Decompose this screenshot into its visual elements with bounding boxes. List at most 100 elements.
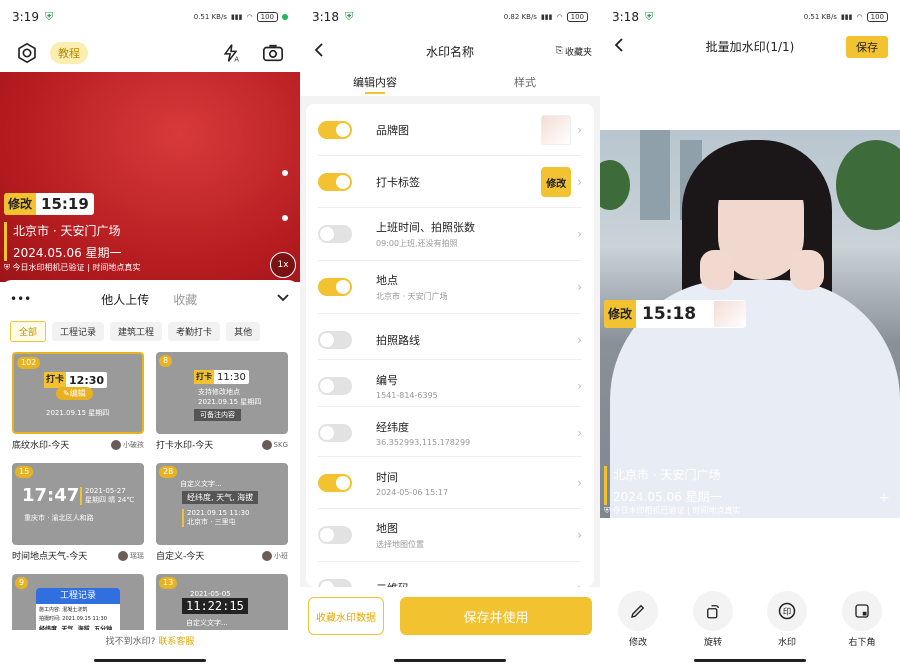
field-row[interactable]: 二维码› [306,562,594,587]
watermark-card[interactable]: 9 工程记录 施工内容: 混凝土浇筑 拍摄时间: 2021.09.15 11:3… [12,574,144,636]
shield-icon: ⛨ [44,10,54,23]
corner-watermark-label: 右下角水印 [865,507,896,514]
green-dot-icon [282,14,288,20]
watermark-tag: 修改 [4,193,37,215]
mini-time: 12:30 [69,373,105,387]
edit-label: 编辑 [69,389,86,398]
field-toggle[interactable] [318,331,352,349]
watermark-card[interactable]: 102 打卡 12:30 ✎编辑 2021.09.15 星期四 底纹水印-今天 小… [12,352,144,451]
mini-line: 重庆市 · 渝北区人和路 [24,514,94,522]
back-icon[interactable] [614,37,624,56]
flash-auto-icon[interactable]: A [218,40,244,66]
field-title: 品牌图 [376,124,409,137]
chip-attendance[interactable]: 考勤打卡 [168,321,221,341]
signal-icon: ▮▮▮ [540,13,553,21]
field-toggle[interactable] [318,278,352,296]
save-button[interactable]: 保存 [846,36,888,58]
card-thumbnail: 8 打卡 11:30 支持修改地点 2021.09.15 星期四 可备注内容 [156,352,288,434]
bottom-actions: 收藏水印数据 保存并使用 [300,587,600,667]
mini-date: 2021.09.15 星期四 [46,409,110,417]
more-icon[interactable]: ••• [10,292,31,306]
position-tool[interactable]: 右下角 [837,591,887,648]
field-title: 上班时间、拍照张数 [376,221,475,234]
watermark-tool[interactable]: 印 水印 [762,591,812,648]
field-subtitle: 1541-814-6395 [376,391,438,400]
field-row[interactable]: 地图 选择地图位置 › [306,509,594,561]
favorites-button[interactable]: ⎘ 收藏夹 [556,45,592,58]
back-icon[interactable] [314,42,324,61]
field-toggle[interactable] [318,424,352,442]
watermark-date: 2024.05.06 星期一 [13,246,122,260]
mini-line: 2021.09.15 11:30 [187,509,250,517]
field-text: 打卡标签 [376,174,541,190]
svg-text:A: A [234,55,239,63]
mini-line: 施工内容: 混凝土浇筑 [39,607,88,613]
field-text: 地图 选择地图位置 [376,520,571,550]
edit-button[interactable]: ✎编辑 [56,387,93,400]
chip-engineering-record[interactable]: 工程记录 [52,321,105,341]
edit-label: 修改 [628,638,647,648]
tab-others-upload[interactable]: 他人上传 [101,291,149,308]
card-number: 9 [15,577,29,589]
contact-support-link[interactable]: 联系客服 [158,637,194,647]
watermark-card[interactable]: 13 2021-05-05 11:22:15 自定义文字... [156,574,288,636]
edit-tool[interactable]: 修改 [613,591,663,648]
field-row[interactable]: 时间 2024-05-06 15:17 › [306,457,594,509]
field-title: 经纬度 [376,421,409,434]
building-shape [640,130,670,220]
chip-other[interactable]: 其他 [226,321,261,341]
field-row[interactable]: 品牌图 › [306,104,594,156]
settings-icon[interactable] [14,40,40,66]
rotate-tool[interactable]: 旋转 [688,591,738,648]
field-text: 经纬度 36.352993,115.178299 [376,419,571,447]
field-toggle[interactable] [318,579,352,587]
field-toggle[interactable] [318,526,352,544]
watermark-verify: ⛨ 今日水印相机已验证 | 时间地点真实 [604,505,740,516]
folder-icon: ⎘ [555,46,563,56]
zoom-button[interactable]: 1x [270,252,296,278]
tab-style[interactable]: 样式 [450,68,600,96]
save-watermark-data-button[interactable]: 收藏水印数据 [308,597,384,635]
card-number: 28 [159,466,178,478]
field-subtitle: 36.352993,115.178299 [376,438,471,447]
field-row[interactable]: 编号 1541-814-6395 › [306,360,594,412]
watermark-location: 北京市 · 天安门广场 [613,468,721,482]
chevron-right-icon: › [577,476,582,490]
checkin-tag-thumb: 修改 [541,167,572,197]
mini-line: 2021.09.15 星期四 [198,398,262,406]
network-speed: 0.82 KB/s [503,13,537,21]
chip-all[interactable]: 全部 [10,320,47,342]
field-row[interactable]: 打卡标签 修改 › [306,156,594,208]
watermark-card[interactable]: 28 自定义文字... 经纬度, 天气, 海拔 2021.09.15 11:30… [156,463,288,562]
save-and-use-button[interactable]: 保存并使用 [400,597,592,635]
watermark-label: 水印 [777,638,796,648]
field-toggle[interactable] [318,225,352,243]
field-toggle[interactable] [318,377,352,395]
switch-camera-icon[interactable] [260,40,286,66]
watermark-card[interactable]: 8 打卡 11:30 支持修改地点 2021.09.15 星期四 可备注内容 打… [156,352,288,451]
edit-tabs: 编辑内容 样式 [300,68,600,96]
nav-bar: 水印名称 ⎘ 收藏夹 [300,34,600,68]
add-icon[interactable]: + [878,490,890,506]
field-toggle[interactable] [318,173,352,191]
watermark-time-badge[interactable]: 修改 15:18 [604,300,746,328]
tutorial-button[interactable]: 教程 [50,42,88,64]
tab-edit-content[interactable]: 编辑内容 [300,68,450,96]
chip-construction[interactable]: 建筑工程 [110,321,163,341]
watermark-time-badge[interactable]: 修改 15:19 [4,193,94,215]
field-row[interactable]: 经纬度 36.352993,115.178299 › [306,407,594,459]
field-row[interactable]: 上班时间、拍照张数 09:00上班,还没有拍照 › [306,208,594,260]
collapse-chevron-icon[interactable] [276,292,290,306]
field-text: 时间 2024-05-06 15:17 [376,469,571,497]
home-indicator [394,659,506,662]
card-author: 瑶瑶 [130,551,144,560]
tab-favorites[interactable]: 收藏 [173,291,197,308]
field-toggle[interactable] [318,121,352,139]
card-name: 自定义-今天 [156,552,205,562]
watermark-card[interactable]: 15 17:47 2021-05-27 星期四 晴 24℃ 重庆市 · 渝北区人… [12,463,144,562]
mini-time: 17:47 [22,485,80,506]
mini-title: 工程记录 [36,588,120,604]
field-row[interactable]: 地点 北京市 · 天安门广场 › [306,261,594,313]
field-toggle[interactable] [318,474,352,492]
status-time: 3:18 [612,10,639,24]
